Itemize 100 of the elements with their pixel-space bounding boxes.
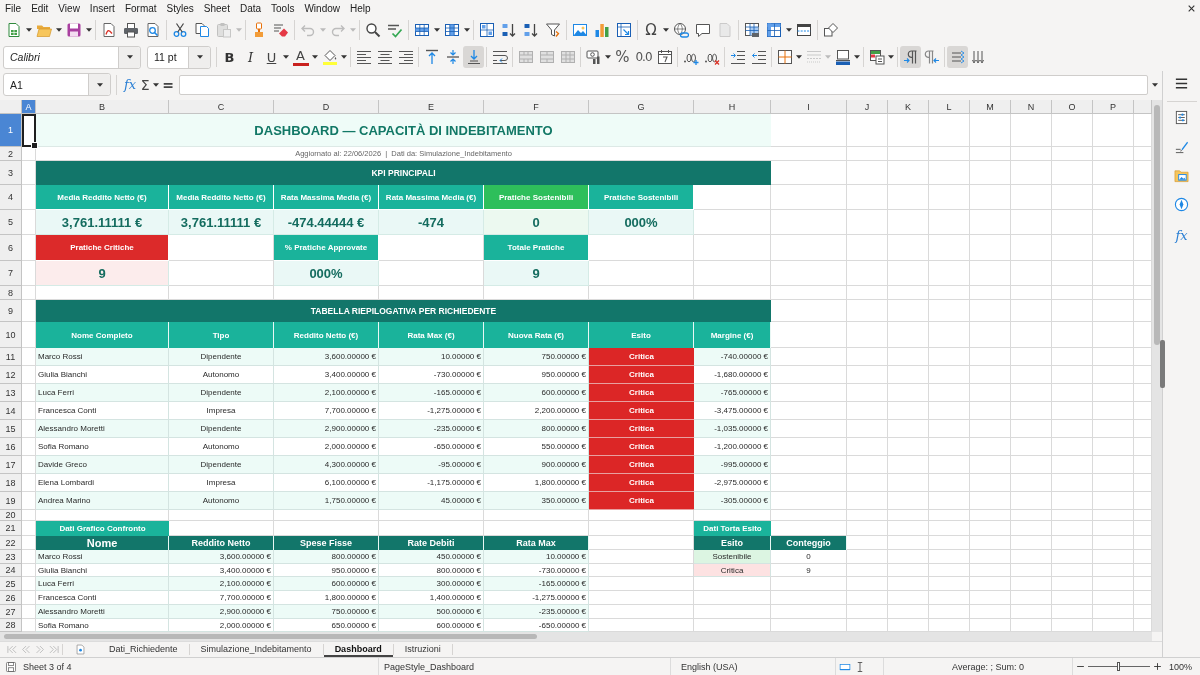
- column-header[interactable]: I: [771, 100, 847, 114]
- row-header[interactable]: 19: [0, 492, 22, 510]
- caret-icon[interactable]: [283, 55, 289, 59]
- caret-icon[interactable]: [341, 55, 347, 59]
- dropdown-button[interactable]: [88, 74, 110, 95]
- row-header[interactable]: 6: [0, 235, 22, 261]
- font-name-box[interactable]: Calibri: [3, 45, 141, 69]
- row-header[interactable]: 8: [0, 286, 22, 300]
- special-character-button[interactable]: Ω: [640, 19, 662, 41]
- folder-image-icon[interactable]: [1174, 168, 1189, 183]
- brush-icon[interactable]: [1174, 139, 1189, 154]
- row-header[interactable]: 4: [0, 185, 22, 210]
- row-header[interactable]: 12: [0, 366, 22, 384]
- column-header[interactable]: D: [274, 100, 379, 114]
- row-header[interactable]: 18: [0, 474, 22, 492]
- column-header[interactable]: H: [694, 100, 771, 114]
- row-header[interactable]: 10: [0, 322, 22, 348]
- column-header[interactable]: B: [36, 100, 169, 114]
- row-header[interactable]: 9: [0, 300, 22, 322]
- row-header[interactable]: 2: [0, 147, 22, 161]
- caret-icon[interactable]: [786, 28, 792, 32]
- caret-icon[interactable]: [796, 55, 802, 59]
- menu-item[interactable]: Styles: [161, 3, 199, 14]
- zoom-percent[interactable]: 100%: [1169, 661, 1193, 672]
- underline-button[interactable]: U: [261, 46, 282, 68]
- column-header[interactable]: C: [169, 100, 274, 114]
- font-color-button[interactable]: A: [290, 46, 311, 68]
- menu-item[interactable]: Window: [299, 3, 345, 14]
- plus-icon[interactable]: [1153, 662, 1162, 671]
- caret-icon[interactable]: [26, 28, 32, 32]
- row-header[interactable]: 20: [0, 510, 22, 521]
- menu-item[interactable]: Edit: [26, 3, 54, 14]
- row-header[interactable]: 27: [0, 605, 22, 619]
- horizontal-scrollbar[interactable]: [0, 632, 1152, 641]
- sheet-tab[interactable]: Dashboard: [323, 642, 393, 657]
- column-header[interactable]: K: [888, 100, 929, 114]
- sheet-tab[interactable]: Simulazione_Indebitamento: [189, 642, 323, 657]
- scrollbar-thumb[interactable]: [1154, 105, 1160, 345]
- column-header[interactable]: G: [589, 100, 694, 114]
- arrow-to-start-icon[interactable]: [6, 644, 18, 655]
- caret-icon[interactable]: [464, 28, 470, 32]
- column-header[interactable]: M: [970, 100, 1011, 114]
- compass-icon[interactable]: [1174, 197, 1189, 212]
- dropdown-button[interactable]: [188, 46, 210, 68]
- row-header[interactable]: 24: [0, 564, 22, 577]
- menu-item[interactable]: Tools: [266, 3, 300, 14]
- caret-icon[interactable]: [434, 28, 440, 32]
- sheet-tab[interactable]: Istruzioni: [393, 642, 452, 657]
- caret-icon[interactable]: [854, 55, 860, 59]
- font-size-box[interactable]: 11 pt: [147, 45, 211, 69]
- function-wizard-button[interactable]: fx: [122, 73, 139, 96]
- column-header[interactable]: F: [484, 100, 589, 114]
- sliders-page-icon[interactable]: [1174, 110, 1189, 125]
- caret-icon[interactable]: [56, 28, 62, 32]
- column-header[interactable]: O: [1052, 100, 1093, 114]
- row-header[interactable]: 7: [0, 261, 22, 286]
- menu-item[interactable]: Help: [345, 3, 376, 14]
- row-header[interactable]: 21: [0, 521, 22, 536]
- row-header[interactable]: 15: [0, 420, 22, 438]
- caret-icon[interactable]: [1152, 82, 1158, 87]
- italic-button[interactable]: I: [240, 46, 261, 68]
- row-header[interactable]: 25: [0, 577, 22, 591]
- scrollbar-thumb[interactable]: [4, 634, 537, 639]
- sheet-tab[interactable]: Dati_Richiedente: [98, 642, 189, 657]
- column-header[interactable]: E: [379, 100, 484, 114]
- column-header[interactable]: L: [929, 100, 970, 114]
- close-icon[interactable]: [1187, 4, 1196, 13]
- menu-item[interactable]: Data: [234, 3, 267, 14]
- menu-item[interactable]: Format: [119, 3, 162, 14]
- name-box[interactable]: A1: [3, 73, 111, 96]
- row-header[interactable]: 16: [0, 438, 22, 456]
- caret-icon[interactable]: [312, 55, 318, 59]
- row-header[interactable]: 3: [0, 161, 22, 185]
- row-header[interactable]: 13: [0, 384, 22, 402]
- row-header[interactable]: 11: [0, 348, 22, 366]
- row-header[interactable]: 1: [0, 114, 22, 147]
- menu-item[interactable]: Sheet: [198, 3, 235, 14]
- add-page-icon[interactable]: [75, 644, 86, 655]
- row-header[interactable]: 5: [0, 210, 22, 235]
- menu-item[interactable]: Insert: [84, 3, 120, 14]
- row-header[interactable]: 22: [0, 536, 22, 550]
- row-header[interactable]: 28: [0, 619, 22, 632]
- formula-input-field[interactable]: [178, 74, 1148, 95]
- functions-button[interactable]: fx: [1172, 226, 1191, 244]
- caret-icon[interactable]: [605, 55, 611, 59]
- zoom-slider-thumb[interactable]: [1117, 662, 1120, 671]
- menu-icon[interactable]: [1174, 76, 1189, 91]
- row-header[interactable]: 23: [0, 550, 22, 564]
- left-to-right-button[interactable]: [900, 46, 921, 68]
- number-format-button[interactable]: 0.0: [633, 46, 654, 68]
- vertical-scrollbar[interactable]: [1152, 100, 1162, 632]
- column-header[interactable]: J: [847, 100, 888, 114]
- column-header[interactable]: N: [1011, 100, 1052, 114]
- sidebar-handle[interactable]: [1160, 340, 1165, 388]
- align-bottom-button[interactable]: [463, 46, 484, 68]
- sum-button[interactable]: Σ: [138, 73, 153, 96]
- dropdown-button[interactable]: [118, 46, 140, 68]
- caret-icon[interactable]: [888, 55, 894, 59]
- bold-button[interactable]: B: [219, 46, 240, 68]
- caret-icon[interactable]: [86, 28, 92, 32]
